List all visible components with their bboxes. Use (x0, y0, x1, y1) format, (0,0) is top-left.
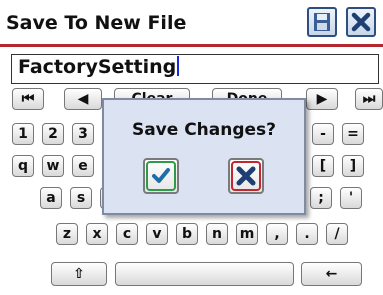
save-disk-icon (314, 13, 330, 31)
nav-key-4-label: ▶ (316, 91, 328, 107)
nav-key-0[interactable]: ⏮ (12, 88, 44, 110)
key-z-1[interactable]: x (86, 223, 108, 245)
key-z-4-label: b (181, 226, 193, 242)
page-title: Save To New File (6, 12, 187, 34)
save-button[interactable] (307, 7, 337, 37)
key-z-9[interactable]: / (326, 223, 348, 245)
key-num-2[interactable]: 3 (72, 123, 94, 145)
key-q-1[interactable]: w (42, 155, 64, 177)
key-q-0-label: q (17, 158, 29, 174)
key-z-7[interactable]: , (266, 223, 288, 245)
key-a-0-label: a (46, 190, 56, 206)
key-q-1-label: w (46, 158, 60, 174)
title-bar: Save To New File (0, 0, 383, 46)
nav-key-1[interactable]: ◀ (64, 88, 102, 110)
key-num-1[interactable]: 2 (42, 123, 64, 145)
key-q-10[interactable]: [ (312, 155, 334, 177)
key-num-10[interactable]: - (312, 123, 334, 145)
key-z-0-label: z (62, 226, 72, 242)
key-z-0[interactable]: z (56, 223, 78, 245)
key-num-0-label: 1 (18, 126, 28, 142)
key-a-0[interactable]: a (40, 187, 62, 209)
cancel-button[interactable] (228, 158, 264, 194)
nav-key-5-label: ⏭ (362, 91, 376, 107)
backspace-key[interactable]: ← (301, 262, 362, 286)
key-q-0[interactable]: q (12, 155, 34, 177)
key-q-10-label: [ (319, 158, 327, 174)
key-z-3-label: v (152, 226, 162, 242)
key-num-1-label: 2 (48, 126, 58, 142)
filename-input[interactable]: FactorySetting (11, 54, 379, 84)
shift-key-label: ⇧ (73, 266, 85, 282)
dialog-title: Save Changes? (131, 120, 277, 140)
key-a-1[interactable]: s (70, 187, 92, 209)
nav-key-4[interactable]: ▶ (306, 88, 338, 110)
key-z-2-label: c (122, 226, 132, 242)
nav-key-1-label: ◀ (77, 91, 89, 107)
key-a-9-label: ; (318, 190, 324, 206)
key-q-2-label: e (78, 158, 88, 174)
key-a-9[interactable]: ; (310, 187, 332, 209)
key-z-3[interactable]: v (146, 223, 168, 245)
key-a-10[interactable]: ' (340, 187, 362, 209)
key-num-0[interactable]: 1 (12, 123, 34, 145)
key-z-8[interactable]: . (296, 223, 318, 245)
key-z-5[interactable]: n (206, 223, 228, 245)
key-num-11-label: = (347, 126, 359, 142)
space-key[interactable] (115, 262, 294, 286)
nav-key-0-label: ⏮ (21, 91, 35, 107)
key-z-2[interactable]: c (116, 223, 138, 245)
nav-key-5[interactable]: ⏭ (355, 88, 383, 110)
key-q-11-label: ] (349, 158, 357, 174)
key-z-8-label: . (304, 226, 310, 242)
filename-value: FactorySetting (18, 56, 180, 78)
key-num-10-label: - (320, 126, 326, 142)
save-changes-dialog: Save Changes? (102, 98, 306, 215)
shift-key[interactable]: ⇧ (51, 262, 107, 286)
backspace-key-label: ← (325, 266, 338, 282)
close-button[interactable] (346, 7, 376, 37)
key-q-2[interactable]: e (72, 155, 94, 177)
key-z-4[interactable]: b (176, 223, 198, 245)
key-a-10-label: ' (348, 190, 354, 206)
close-x-icon (351, 12, 371, 32)
key-z-9-label: / (334, 226, 340, 242)
confirm-button[interactable] (143, 158, 179, 194)
key-z-1-label: x (92, 226, 102, 242)
text-caret (177, 56, 180, 76)
key-z-5-label: n (212, 226, 222, 242)
key-q-11[interactable]: ] (342, 155, 364, 177)
key-num-11[interactable]: = (342, 123, 364, 145)
key-z-7-label: , (274, 226, 280, 242)
checkmark-icon (146, 161, 176, 191)
key-a-1-label: s (76, 190, 86, 206)
title-divider (0, 44, 383, 47)
key-z-6-label: m (239, 226, 255, 242)
key-z-6[interactable]: m (236, 223, 258, 245)
cancel-x-icon (231, 161, 261, 191)
key-num-2-label: 3 (78, 126, 88, 142)
